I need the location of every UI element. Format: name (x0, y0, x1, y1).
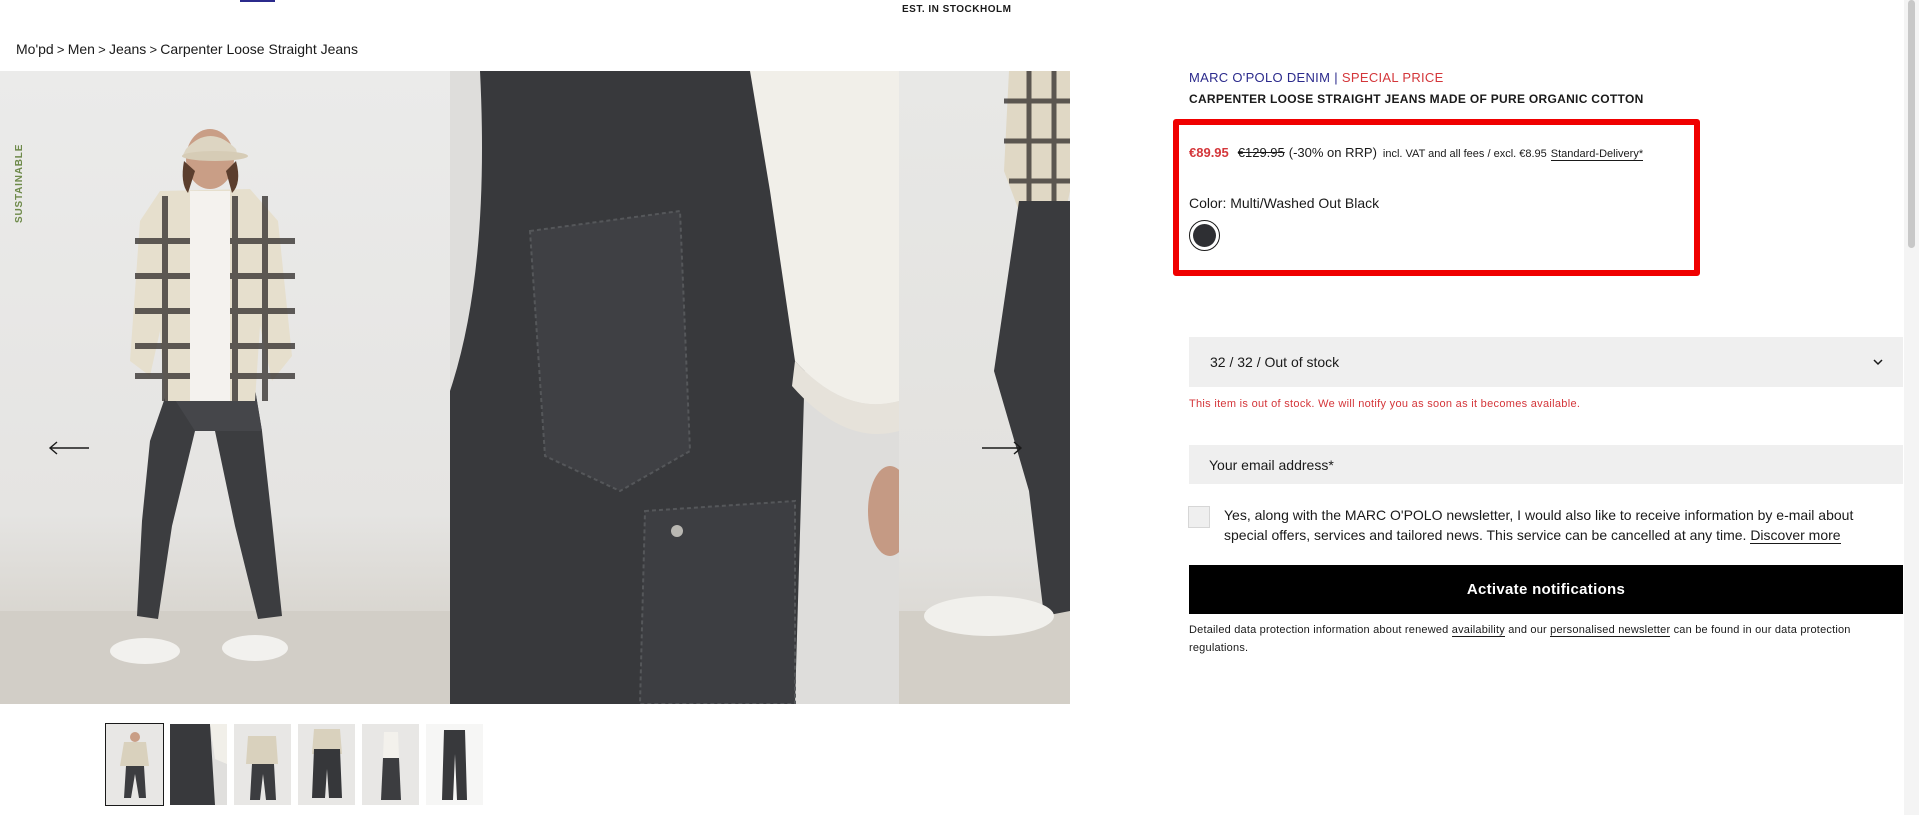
email-field[interactable] (1189, 445, 1903, 484)
thumbnail-2[interactable] (170, 724, 227, 805)
product-image-gallery[interactable]: SUSTAINABLE (0, 71, 1070, 704)
availability-link[interactable]: availability (1451, 624, 1505, 637)
breadcrumb-item-men[interactable]: Men (68, 41, 95, 57)
size-select-value: 32 / 32 / Out of stock (1210, 354, 1340, 370)
brand-line: MARC O'POLO DENIM | SPECIAL PRICE (1189, 70, 1904, 85)
thumbnail-6[interactable] (426, 724, 483, 805)
color-label: Color: Multi/Washed Out Black (1189, 195, 1380, 211)
thumbnail-strip (105, 723, 483, 806)
breadcrumb-separator-icon: > (98, 41, 106, 57)
privacy-notice: Detailed data protection information abo… (1189, 621, 1903, 657)
brand-separator: | (1334, 70, 1338, 85)
newsletter-consent-text: Yes, along with the MARC O'POLO newslett… (1224, 505, 1889, 545)
scrollbar-thumb[interactable] (1908, 0, 1915, 248)
product-title: CARPENTER LOOSE STRAIGHT JEANS MADE OF P… (1189, 92, 1644, 106)
special-price-label: SPECIAL PRICE (1341, 70, 1444, 85)
privacy-text-2: and our (1508, 624, 1547, 636)
standard-delivery-link[interactable]: Standard-Delivery* (1550, 148, 1644, 161)
page-scrollbar[interactable] (1904, 0, 1919, 815)
color-swatch-fill (1193, 224, 1216, 247)
thumbnail-4[interactable] (298, 724, 355, 805)
price-discount: (-30% on RRP) (1288, 145, 1377, 160)
top-bar: EST. IN STOCKHOLM (0, 0, 1919, 28)
gallery-prev-button[interactable] (47, 433, 91, 463)
thumbnail-5[interactable] (362, 724, 419, 805)
price-row: €89.95 €129.95 (-30% on RRP) incl. VAT a… (1189, 145, 1644, 161)
product-image-full-body: SUSTAINABLE (0, 71, 450, 704)
newsletter-checkbox[interactable] (1188, 506, 1210, 528)
thumbnail-3[interactable] (234, 724, 291, 805)
arrow-right-icon (982, 441, 1023, 455)
arrow-left-icon (48, 441, 89, 455)
discover-more-link[interactable]: Discover more (1750, 527, 1841, 544)
personalised-newsletter-link[interactable]: personalised newsletter (1550, 624, 1671, 637)
gallery-next-button[interactable] (980, 433, 1024, 463)
breadcrumb-separator-icon: > (149, 41, 158, 57)
thumbnail-1[interactable] (105, 723, 164, 806)
nav-active-indicator (240, 0, 275, 2)
size-select[interactable]: 32 / 32 / Out of stock (1189, 337, 1903, 387)
product-image-detail (450, 71, 899, 704)
color-swatch-selected[interactable] (1189, 220, 1220, 251)
out-of-stock-message: This item is out of stock. We will notif… (1189, 398, 1581, 410)
price-current: €89.95 (1189, 145, 1229, 160)
breadcrumb: Mo'pd > Men > Jeans > Carpenter Loose St… (16, 41, 358, 57)
chevron-down-icon (1873, 359, 1883, 366)
breadcrumb-item-current: Carpenter Loose Straight Jeans (160, 41, 358, 57)
sustainable-badge: SUSTAINABLE (14, 143, 25, 223)
brand-name[interactable]: MARC O'POLO DENIM (1189, 70, 1330, 85)
price-vat-note: incl. VAT and all fees / excl. €8.95 (1382, 148, 1547, 160)
product-info: MARC O'POLO DENIM | SPECIAL PRICE CARPENTE… (1189, 70, 1904, 106)
brand-tagline: EST. IN STOCKHOLM (902, 4, 1012, 15)
breadcrumb-item-jeans[interactable]: Jeans (109, 41, 146, 57)
privacy-text-1: Detailed data protection information abo… (1189, 624, 1449, 636)
activate-notifications-button[interactable]: Activate notifications (1189, 565, 1903, 614)
price-original: €129.95 (1237, 145, 1285, 160)
product-image-side (899, 71, 1070, 704)
breadcrumb-separator-icon: > (56, 41, 65, 57)
breadcrumb-item-home[interactable]: Mo'pd (16, 41, 54, 57)
